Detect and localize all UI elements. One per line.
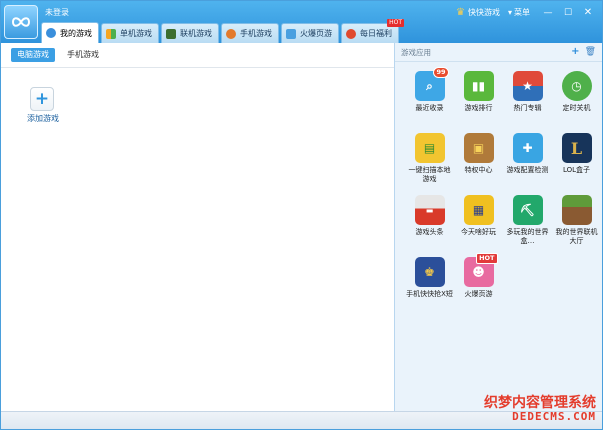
apps-panel-actions: + 🗑 bbox=[566, 46, 596, 57]
game-apps-panel: 游戏应用 + 🗑 ⌕ 99 最近收录 ▮▮ 游戏排行 ★ 热门专辑 ◷ 定时关机… bbox=[394, 43, 602, 413]
tab-label: 每日福利 bbox=[360, 29, 392, 38]
subtab-mobile-games[interactable]: 手机游戏 bbox=[61, 48, 105, 62]
close-button[interactable]: ✕ bbox=[580, 7, 596, 18]
hot-badge: HOT bbox=[387, 19, 404, 27]
tab-daily-welfare[interactable]: 每日福利 HOT bbox=[341, 19, 404, 43]
app-label: 游戏配置检测 bbox=[506, 166, 549, 174]
app-lol-box[interactable]: L LOL盒子 bbox=[552, 133, 601, 195]
tab-label: 我的游戏 bbox=[60, 28, 92, 38]
tab-online-games[interactable]: 联机游戏 bbox=[161, 23, 219, 43]
maximize-button[interactable]: ☐ bbox=[560, 8, 576, 18]
app-game-news[interactable]: ▬ 游戏头条 bbox=[405, 195, 454, 257]
quick-game-label: 快快游戏 bbox=[467, 8, 500, 17]
app-config-check[interactable]: ✚ 游戏配置检测 bbox=[503, 133, 552, 195]
menu-icon: ▾ bbox=[507, 8, 512, 17]
tab-mobile-games[interactable]: 手机游戏 bbox=[221, 23, 279, 43]
recent-icon: ⌕ 99 bbox=[414, 67, 449, 101]
apps-grid: ⌕ 99 最近收录 ▮▮ 游戏排行 ★ 热门专辑 ◷ 定时关机 ▤ 一键扫描本地… bbox=[405, 67, 601, 319]
tab-label: 火爆页游 bbox=[300, 29, 332, 38]
arcade-icon: ▦ bbox=[463, 195, 494, 225]
app-window: 未登录 我的游戏 单机游戏 联机游戏 手机游戏 火爆页游 每日福利 HOT ♛ … bbox=[0, 0, 603, 430]
scan-folder-icon: ▤ bbox=[414, 133, 445, 163]
app-recent[interactable]: ⌕ 99 最近收录 bbox=[405, 67, 454, 133]
treasure-chest-icon: ▣ bbox=[463, 133, 494, 163]
app-hot-album[interactable]: ★ 热门专辑 bbox=[503, 71, 552, 133]
gamepad-icon bbox=[46, 28, 56, 38]
grass-block-icon bbox=[561, 195, 592, 225]
app-label: 特权中心 bbox=[464, 166, 493, 174]
cartoon-icon: ☻ HOT bbox=[463, 253, 498, 287]
app-label: 我的世界联机大厅 bbox=[555, 228, 598, 245]
watermark-line2: DEDECMS.COM bbox=[512, 410, 596, 423]
infinity-icon bbox=[11, 17, 31, 27]
app-logo[interactable] bbox=[4, 5, 38, 39]
watermark: 织梦内容管理系统 DEDECMS.COM bbox=[484, 395, 596, 423]
app-label: 手机快快抢X短 bbox=[406, 290, 453, 298]
plus-icon: + bbox=[34, 89, 50, 109]
app-label: 热门专辑 bbox=[513, 104, 542, 112]
trash-icon[interactable]: 🗑 bbox=[585, 47, 596, 57]
pickaxe-icon: ⛏ bbox=[512, 195, 543, 225]
tab-single-games[interactable]: 单机游戏 bbox=[101, 23, 159, 43]
gift-icon bbox=[346, 28, 356, 39]
album-icon: ★ bbox=[512, 71, 543, 101]
app-label: 火爆页游 bbox=[464, 290, 493, 298]
menu-button[interactable]: ▾ 菜单 bbox=[508, 7, 530, 18]
apps-panel-title: 游戏应用 bbox=[401, 48, 431, 57]
app-hot-web-games[interactable]: ☻ HOT 火爆页游 bbox=[454, 253, 503, 319]
app-label: 今天啥好玩 bbox=[461, 228, 496, 236]
timer-icon: ◷ bbox=[561, 71, 592, 101]
app-label: LOL盒子 bbox=[562, 166, 591, 174]
my-games-panel: 电脑游戏 手机游戏 + 添加游戏 bbox=[1, 43, 394, 413]
apps-panel-header: 游戏应用 + 🗑 bbox=[395, 43, 602, 62]
menu-label: 菜单 bbox=[514, 8, 530, 17]
ranking-icon: ▮▮ bbox=[463, 71, 494, 101]
cube-icon bbox=[166, 28, 176, 39]
king-icon: ♚ bbox=[414, 257, 445, 287]
bubble-icon bbox=[286, 28, 296, 39]
app-today-fun[interactable]: ▦ 今天啥好玩 bbox=[454, 195, 503, 257]
hot-badge: HOT bbox=[476, 253, 498, 264]
app-privilege-center[interactable]: ▣ 特权中心 bbox=[454, 133, 503, 195]
count-badge: 99 bbox=[433, 67, 449, 78]
add-box: + bbox=[30, 87, 54, 111]
quick-game-button[interactable]: ♛ 快快游戏 bbox=[456, 7, 500, 18]
tab-label: 手机游戏 bbox=[240, 29, 272, 38]
tab-my-games[interactable]: 我的游戏 bbox=[41, 22, 99, 43]
app-label: 多玩我的世界盒… bbox=[506, 228, 549, 245]
lol-icon: L bbox=[561, 133, 592, 163]
tab-label: 单机游戏 bbox=[120, 29, 152, 38]
add-game-label: 添加游戏 bbox=[27, 114, 59, 123]
phone-icon bbox=[226, 28, 236, 39]
app-ranking[interactable]: ▮▮ 游戏排行 bbox=[454, 71, 503, 133]
app-label: 最近收录 bbox=[415, 104, 444, 112]
app-label: 定时关机 bbox=[562, 104, 591, 112]
title-bar: 未登录 我的游戏 单机游戏 联机游戏 手机游戏 火爆页游 每日福利 HOT ♛ … bbox=[1, 1, 602, 43]
tab-label: 联机游戏 bbox=[180, 29, 212, 38]
app-label: 游戏头条 bbox=[415, 228, 444, 236]
title-bar-controls: ♛ 快快游戏 ▾ 菜单 — ☐ ✕ bbox=[448, 7, 596, 18]
app-label: 一键扫描本地游戏 bbox=[408, 166, 451, 183]
main-tabs: 我的游戏 单机游戏 联机游戏 手机游戏 火爆页游 每日福利 HOT bbox=[41, 19, 404, 43]
tiles-icon bbox=[106, 28, 116, 39]
minimize-button[interactable]: — bbox=[540, 8, 556, 18]
platform-subtabs: 电脑游戏 手机游戏 bbox=[1, 43, 394, 68]
toolbox-icon: ✚ bbox=[512, 133, 543, 163]
app-label: 游戏排行 bbox=[464, 104, 493, 112]
app-mobile-quick[interactable]: ♚ 手机快快抢X短 bbox=[405, 257, 454, 319]
app-duowan-mc-box[interactable]: ⛏ 多玩我的世界盒… bbox=[503, 195, 552, 257]
login-status[interactable]: 未登录 bbox=[45, 7, 69, 18]
subtab-pc-games[interactable]: 电脑游戏 bbox=[11, 48, 55, 62]
app-timer-shutdown[interactable]: ◷ 定时关机 bbox=[552, 71, 601, 133]
tab-web-games[interactable]: 火爆页游 bbox=[281, 23, 339, 43]
add-game-button[interactable]: + 添加游戏 bbox=[27, 87, 59, 124]
watermark-line1: 织梦内容管理系统 bbox=[484, 395, 596, 411]
news-icon: ▬ bbox=[414, 195, 445, 225]
add-app-icon[interactable]: + bbox=[571, 46, 579, 57]
crown-icon: ♛ bbox=[456, 7, 465, 18]
app-scan-local[interactable]: ▤ 一键扫描本地游戏 bbox=[405, 133, 454, 195]
app-mc-online-hall[interactable]: 我的世界联机大厅 bbox=[552, 195, 601, 257]
